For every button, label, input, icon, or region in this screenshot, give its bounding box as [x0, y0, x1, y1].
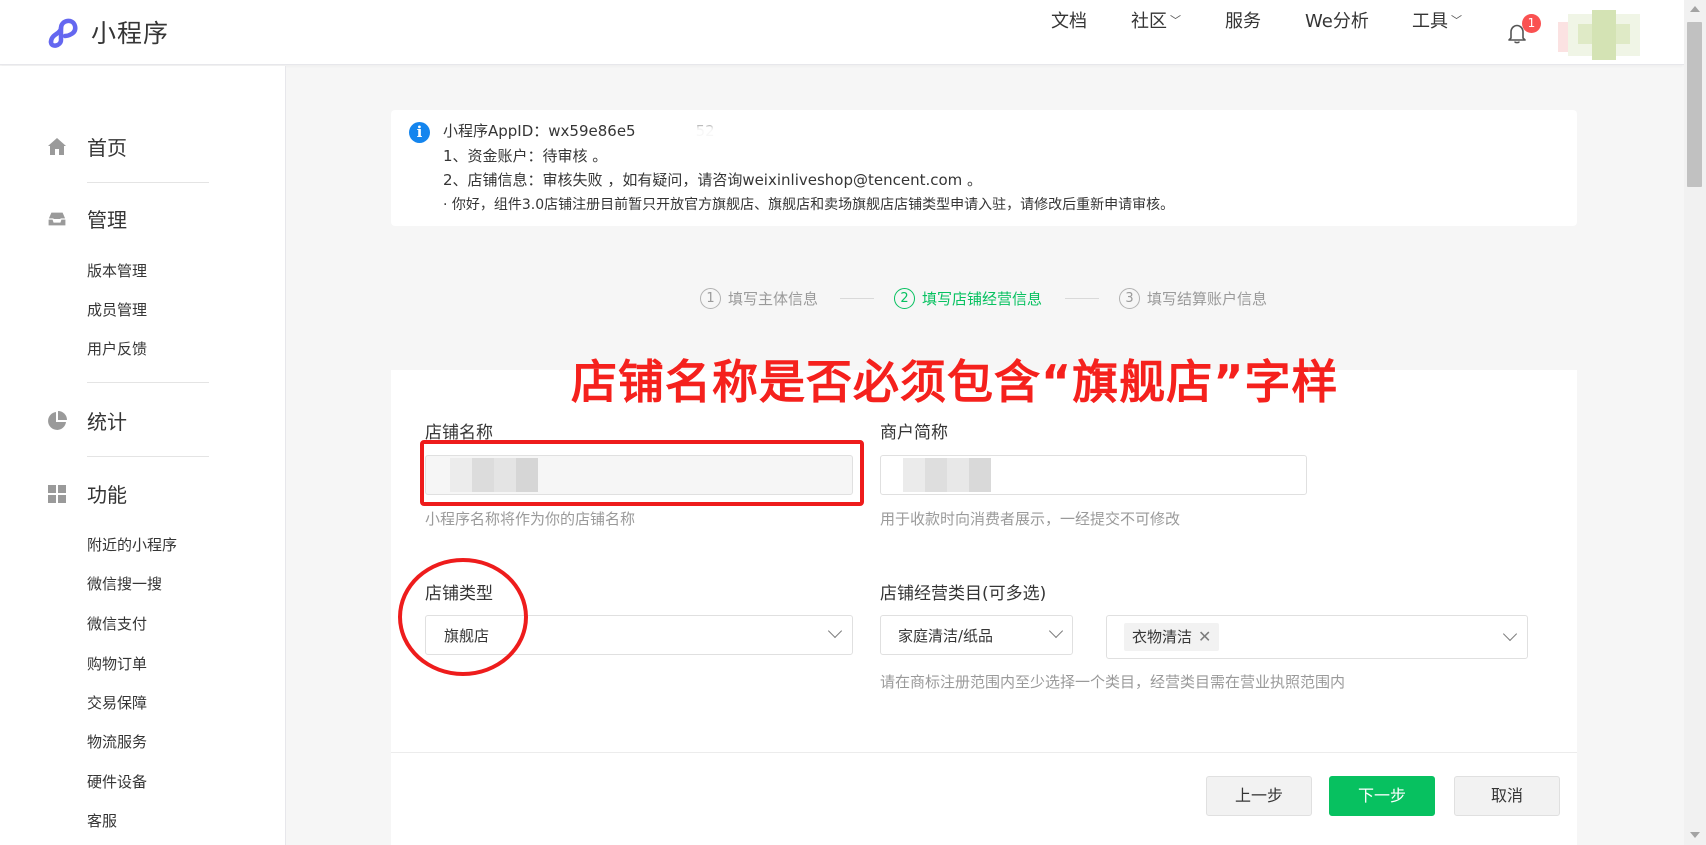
notice-appid: 小程序AppID：wx59e86e552: [443, 120, 753, 152]
next-step-button[interactable]: 下一步: [1329, 776, 1435, 816]
annotation-highlight-box: [420, 440, 864, 506]
nav-we-analytics[interactable]: We分析: [1305, 7, 1369, 33]
step-connector: [840, 298, 874, 299]
merchant-short-label: 商户简称: [880, 423, 948, 443]
sidebar-item-hardware[interactable]: 硬件设备: [87, 771, 147, 792]
nav-services-label: 服务: [1225, 11, 1261, 32]
step-1-number: 1: [700, 288, 721, 309]
sidebar-item-logistics[interactable]: 物流服务: [87, 731, 147, 752]
nav-we-analytics-label: We分析: [1305, 11, 1369, 32]
sidebar-item-pay[interactable]: 微信支付: [87, 613, 147, 634]
nav-docs-label: 文档: [1051, 11, 1087, 32]
sidebar-item-nearby[interactable]: 附近的小程序: [87, 534, 177, 555]
nav-community-label: 社区: [1131, 11, 1167, 32]
grid-icon: [48, 484, 66, 503]
scroll-up-arrow-icon[interactable]: [1690, 6, 1700, 12]
redacted-text: [903, 458, 991, 492]
chevron-down-icon: [1502, 626, 1518, 642]
step-2-number: 2: [894, 288, 915, 309]
category-tag: 衣物清洁 ✕: [1124, 623, 1220, 651]
form-card: [391, 370, 1577, 752]
step-3: 3 填写结算账户信息: [1119, 288, 1267, 309]
shop-name-hint: 小程序名称将作为你的店铺名称: [425, 510, 636, 528]
notice-line-1: 1、资金账户：待审核 。: [443, 147, 608, 165]
sidebar-item-service[interactable]: 客服: [87, 810, 117, 831]
info-icon: i: [409, 122, 430, 143]
category-tag-label: 衣物清洁: [1132, 628, 1193, 646]
categories-hint: 请在商标注册范围内至少选择一个类目，经营类目需在营业执照范围内: [880, 673, 1346, 691]
nav-tools-label: 工具: [1412, 11, 1448, 32]
nav-services[interactable]: 服务: [1225, 7, 1261, 33]
sidebar-item-version[interactable]: 版本管理: [87, 260, 147, 281]
sidebar-item-manage[interactable]: 管理: [45, 204, 127, 233]
step-3-label: 填写结算账户信息: [1147, 290, 1268, 308]
sidebar-item-features[interactable]: 功能: [45, 479, 127, 508]
categories-label: 店铺经营类目(可多选): [880, 584, 1047, 604]
step-connector: [1065, 298, 1099, 299]
chevron-down-icon: ﹀: [1451, 14, 1462, 27]
chevron-down-icon: [827, 623, 843, 639]
scroll-thumb[interactable]: [1687, 22, 1702, 187]
annotation-highlight-circle: [398, 558, 528, 676]
category-primary-select[interactable]: 家庭清洁/纸品: [880, 615, 1073, 655]
sidebar-item-home[interactable]: 首页: [45, 132, 127, 161]
sidebar-item-stats-label: 统计: [87, 410, 127, 434]
sidebar-divider: [87, 382, 209, 383]
step-2: 2 填写店铺经营信息: [894, 288, 1042, 309]
sidebar-item-members[interactable]: 成员管理: [87, 299, 147, 320]
merchant-short-input[interactable]: [880, 455, 1307, 495]
sidebar-item-orders[interactable]: 购物订单: [87, 653, 147, 674]
step-1-label: 填写主体信息: [728, 290, 819, 308]
audit-notice: i 小程序AppID：wx59e86e552 1、资金账户：待审核 。 2、店铺…: [391, 110, 1577, 226]
sidebar-item-manage-label: 管理: [87, 208, 127, 232]
sidebar-item-stats[interactable]: 统计: [45, 406, 127, 435]
prev-step-button[interactable]: 上一步: [1206, 776, 1312, 816]
sidebar-divider: [87, 182, 209, 183]
annotation-question: 店铺名称是否必须包含“旗舰店”字样: [571, 355, 1339, 409]
notice-line-3: · 你好，组件3.0店铺注册目前暂只开放官方旗舰店、旗舰店和卖场旗舰店店铺类型申…: [443, 197, 1175, 213]
category-secondary-select[interactable]: 衣物清洁 ✕: [1106, 615, 1528, 659]
mini-program-logo-icon: [48, 18, 78, 48]
sidebar-item-feedback[interactable]: 用户反馈: [87, 338, 147, 359]
top-bar: 小程序 文档 社区 ﹀ 服务 We分析 工具 ﹀ 1: [0, 0, 1684, 65]
step-3-number: 3: [1119, 288, 1140, 309]
cancel-button[interactable]: 取消: [1454, 776, 1560, 816]
category-primary-value: 家庭清洁/纸品: [898, 627, 994, 645]
chevron-down-icon: [1048, 623, 1064, 639]
notification-badge: 1: [1522, 14, 1541, 33]
sidebar-item-features-label: 功能: [87, 483, 127, 507]
close-icon[interactable]: ✕: [1198, 623, 1211, 651]
step-2-label: 填写店铺经营信息: [922, 290, 1043, 308]
chevron-down-icon: ﹀: [1170, 14, 1181, 27]
redaction-blur: [673, 124, 753, 152]
sidebar: 首页 管理 版本管理 成员管理 用户反馈 统计 功能 附近的小程序 微信搜一搜 …: [0, 66, 286, 845]
app-title: 小程序: [91, 19, 170, 48]
page-scrollbar[interactable]: [1684, 0, 1706, 845]
inbox-icon: [47, 210, 67, 227]
avatar[interactable]: [1558, 10, 1640, 60]
nav-community[interactable]: 社区 ﹀: [1131, 7, 1181, 33]
pie-chart-icon: [48, 410, 67, 430]
sidebar-item-search[interactable]: 微信搜一搜: [87, 573, 162, 594]
sidebar-item-guarantee[interactable]: 交易保障: [87, 692, 147, 713]
notice-appid-text: 小程序AppID：wx59e86e5: [443, 122, 636, 140]
sidebar-divider: [87, 456, 209, 457]
sidebar-item-home-label: 首页: [87, 136, 127, 160]
logo[interactable]: 小程序: [45, 14, 169, 50]
nav-docs[interactable]: 文档: [1051, 7, 1087, 33]
scroll-down-arrow-icon[interactable]: [1690, 832, 1700, 838]
home-icon: [48, 137, 66, 155]
merchant-short-hint: 用于收款时向消费者展示，一经提交不可修改: [880, 510, 1181, 528]
notice-line-2: 2、店铺信息：审核失败 ，如有疑问，请咨询weixinliveshop@tenc…: [443, 171, 983, 189]
step-1: 1 填写主体信息: [700, 288, 818, 309]
nav-tools[interactable]: 工具 ﹀: [1412, 7, 1462, 33]
